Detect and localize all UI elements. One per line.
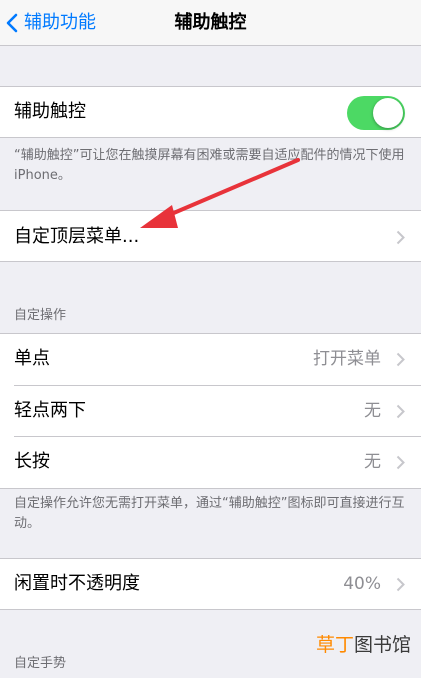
annotation-arrow-icon: [140, 158, 300, 228]
